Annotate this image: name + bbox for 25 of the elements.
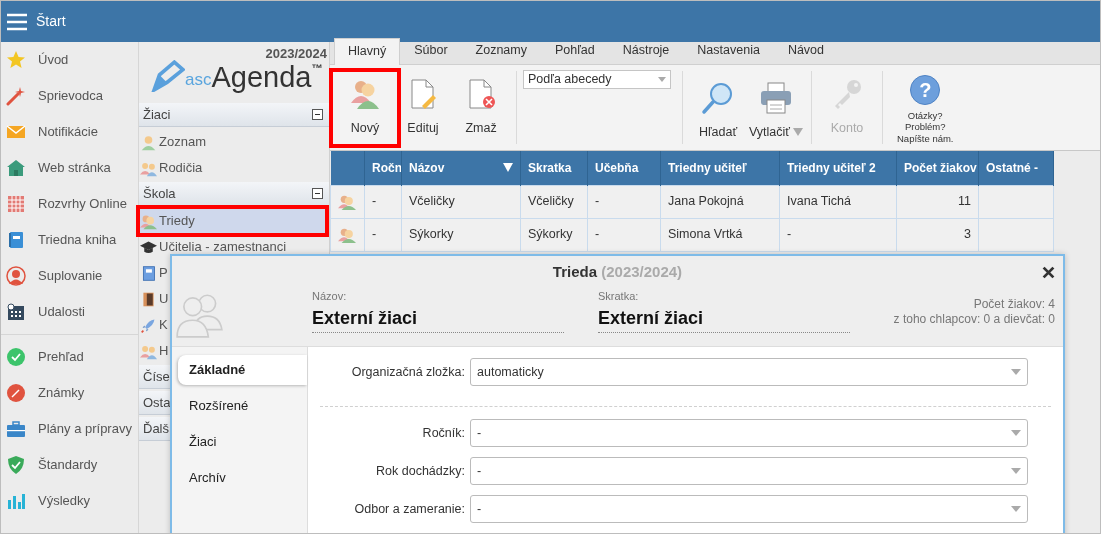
table-cell: - bbox=[587, 218, 661, 251]
trademark-mark: ™ bbox=[311, 60, 323, 74]
table-cell: Simona Vrtká bbox=[660, 218, 780, 251]
field-label: Ročník: bbox=[421, 424, 466, 442]
table-cell: - bbox=[364, 185, 402, 218]
table-cell: 11 bbox=[896, 185, 979, 218]
table-cell: - bbox=[779, 218, 897, 251]
summary-text: Počet žiakov: 4 bbox=[972, 297, 1055, 312]
table-cell: - bbox=[587, 185, 661, 218]
field-label: Organizačná zložka: bbox=[350, 363, 466, 381]
table-cell: Sýkorky bbox=[401, 218, 521, 251]
table-cell: Včeličky bbox=[401, 185, 521, 218]
table-cell: 3 bbox=[896, 218, 979, 251]
table-cell: Včeličky bbox=[520, 185, 588, 218]
table-cell: Sýkorky bbox=[520, 218, 588, 251]
table-cell: Ivana Tichá bbox=[779, 185, 897, 218]
logo-name: Agenda bbox=[211, 62, 312, 92]
school-year: 2023/2024 bbox=[265, 45, 328, 63]
dialog-title: Trieda (2023/2024) bbox=[552, 261, 683, 282]
field-label: Rok dochádzky: bbox=[375, 462, 466, 480]
table-cell: Jana Pokojná bbox=[660, 185, 780, 218]
app-title: Štart bbox=[36, 12, 66, 31]
field-label: Odbor a zameranie: bbox=[353, 500, 466, 518]
logo-prefix: asc bbox=[185, 70, 212, 88]
summary-text: z toho chlapcov: 0 a dievčat: 0 bbox=[893, 312, 1055, 327]
